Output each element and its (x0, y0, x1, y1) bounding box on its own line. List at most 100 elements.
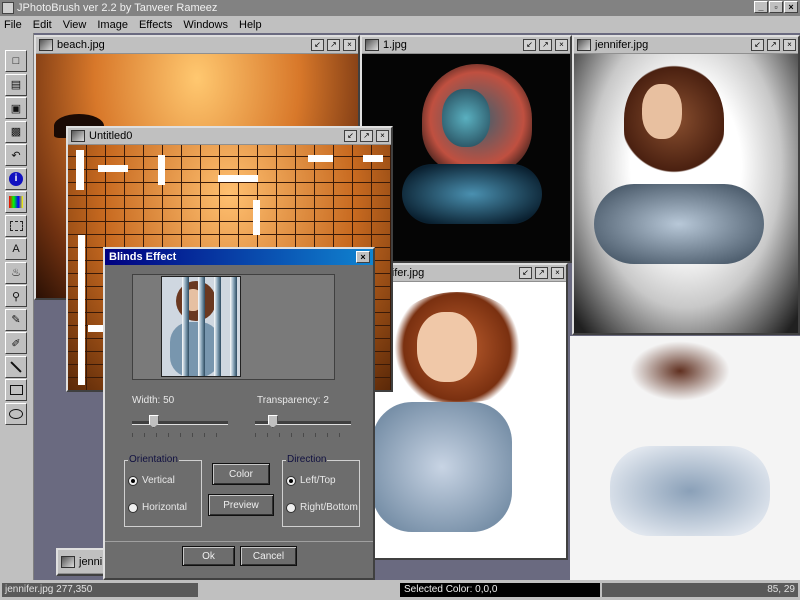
orientation-horizontal-option[interactable]: Horizontal (128, 502, 187, 513)
direction-right-bottom-option[interactable]: Right/Bottom (286, 502, 358, 513)
swirl-image (570, 336, 800, 580)
frame-title: jennifer.jpg (595, 39, 649, 51)
width-slider-track[interactable] (132, 421, 228, 425)
dialog-body: Width: 50 Transparency: 2 Orientation Ve… (105, 265, 373, 578)
preview-button[interactable]: Preview (208, 494, 274, 516)
color-button[interactable]: Color (212, 463, 270, 485)
horizontal-radio[interactable] (128, 502, 138, 513)
maximize-button[interactable]: ↗ (767, 39, 780, 51)
frame-title-bar[interactable]: jennifer.jpg ↙ ↗ × (367, 265, 566, 282)
zoom-icon[interactable]: ⚲ (5, 285, 27, 307)
right-bottom-radio[interactable] (286, 502, 296, 513)
maximize-button[interactable]: ▫ (769, 1, 783, 13)
print-icon[interactable]: ▩ (5, 120, 27, 143)
menu-file[interactable]: File (4, 19, 22, 31)
transparency-slider-ticks (255, 433, 351, 437)
status-file-coords: jennifer.jpg 277,350 (2, 583, 198, 597)
vignette-image (574, 54, 798, 333)
close-button[interactable]: × (783, 39, 796, 51)
line-icon[interactable] (5, 355, 27, 378)
left-top-label: Left/Top (300, 475, 336, 486)
iconify-button[interactable]: ↙ (523, 39, 536, 51)
tool-bar: □ ▤ ▣ ▩ ↶ i A ♨ ⚲ ✎ ✐ (0, 33, 34, 580)
image-icon (71, 130, 85, 142)
maximize-button[interactable]: ↗ (360, 130, 373, 142)
close-button[interactable]: × (784, 1, 798, 13)
orientation-group: Orientation Vertical Horizontal (124, 454, 202, 527)
status-bar: jennifer.jpg 277,350 Selected Color: 0,0… (0, 580, 800, 600)
image-icon (61, 555, 75, 568)
menu-effects[interactable]: Effects (139, 19, 172, 31)
frame-title-bar[interactable]: jenni (58, 550, 104, 574)
minimize-button[interactable]: _ (754, 1, 768, 13)
left-top-radio[interactable] (286, 475, 296, 486)
dialog-separator (105, 541, 373, 542)
save-icon[interactable]: ▣ (5, 97, 27, 119)
menu-windows[interactable]: Windows (183, 19, 228, 31)
close-button[interactable]: × (376, 130, 389, 142)
text-icon[interactable]: A (5, 238, 27, 260)
frame-title-bar[interactable]: jennifer.jpg ↙ ↗ × (574, 37, 798, 54)
frame-jennifer-top[interactable]: jennifer.jpg ↙ ↗ × (572, 35, 800, 335)
transparency-slider-thumb[interactable] (267, 415, 278, 428)
cancel-button[interactable]: Cancel (240, 546, 297, 566)
close-button[interactable]: × (343, 39, 356, 51)
close-button[interactable]: × (555, 39, 568, 51)
image-icon (577, 39, 591, 51)
blinds-effect-dialog: Blinds Effect × Width: 50 Transparency: … (103, 247, 375, 580)
maximize-button[interactable]: ↗ (535, 267, 548, 279)
preview-image (161, 276, 241, 377)
ok-button[interactable]: Ok (182, 546, 235, 566)
menu-view[interactable]: View (63, 19, 87, 31)
palette-icon[interactable] (5, 191, 27, 213)
rectangle-icon[interactable] (5, 379, 27, 401)
minimized-frame-jennifer[interactable]: jenni (56, 548, 106, 576)
dialog-title-bar[interactable]: Blinds Effect (105, 249, 373, 265)
frame-title-bar[interactable]: beach.jpg ↙ ↗ × (36, 37, 358, 54)
select-icon[interactable] (5, 214, 27, 237)
iconify-button[interactable]: ↙ (519, 267, 532, 279)
edge-effect-image (362, 54, 570, 261)
dialog-close-button[interactable]: × (356, 251, 370, 263)
undo-icon[interactable]: ↶ (5, 144, 27, 166)
orientation-legend: Orientation (128, 454, 179, 465)
info-icon[interactable]: i (5, 167, 27, 190)
new-icon[interactable]: □ (5, 50, 27, 72)
frame-jennifer-mid[interactable]: jennifer.jpg ↙ ↗ × (365, 263, 568, 560)
width-label: Width: 50 (132, 395, 175, 406)
app-icon (2, 2, 14, 14)
open-icon[interactable]: ▤ (5, 73, 27, 96)
eyedropper-icon[interactable]: ✎ (5, 308, 27, 331)
fill-icon[interactable]: ♨ (5, 261, 27, 284)
menu-edit[interactable]: Edit (33, 19, 52, 31)
status-cursor-position: 85, 29 (602, 583, 798, 597)
iconify-button[interactable]: ↙ (751, 39, 764, 51)
menu-bar: File Edit View Image Effects Windows Hel… (0, 16, 800, 33)
frame-title: beach.jpg (57, 39, 105, 51)
width-slider-thumb[interactable] (148, 415, 159, 428)
iconify-button[interactable]: ↙ (344, 130, 357, 142)
dialog-title: Blinds Effect (109, 251, 177, 263)
transparency-label: Transparency: 2 (257, 395, 329, 406)
frame-title-bar[interactable]: 1.jpg ↙ ↗ × (362, 37, 570, 54)
maximize-button[interactable]: ↗ (327, 39, 340, 51)
preview-panel (132, 274, 335, 380)
brush-icon[interactable]: ✐ (5, 332, 27, 354)
menu-image[interactable]: Image (97, 19, 128, 31)
width-slider-ticks (132, 433, 228, 437)
direction-legend: Direction (286, 454, 328, 465)
menu-help[interactable]: Help (239, 19, 262, 31)
ellipse-icon[interactable] (5, 402, 27, 425)
horizontal-label: Horizontal (142, 502, 188, 513)
pixelated-image (367, 282, 566, 558)
close-button[interactable]: × (551, 267, 564, 279)
app-title-bar: JPhotoBrush ver 2.2 by Tanveer Rameez _ … (0, 0, 800, 16)
app-title: JPhotoBrush ver 2.2 by Tanveer Rameez (17, 2, 218, 14)
direction-left-top-option[interactable]: Left/Top (286, 475, 336, 486)
orientation-vertical-option[interactable]: Vertical (128, 475, 175, 486)
vertical-radio[interactable] (128, 475, 138, 486)
iconify-button[interactable]: ↙ (311, 39, 324, 51)
maximize-button[interactable]: ↗ (539, 39, 552, 51)
status-selected-color: Selected Color: 0,0,0 (400, 583, 600, 597)
frame-title-bar[interactable]: Untitled0 ↙ ↗ × (68, 128, 391, 145)
